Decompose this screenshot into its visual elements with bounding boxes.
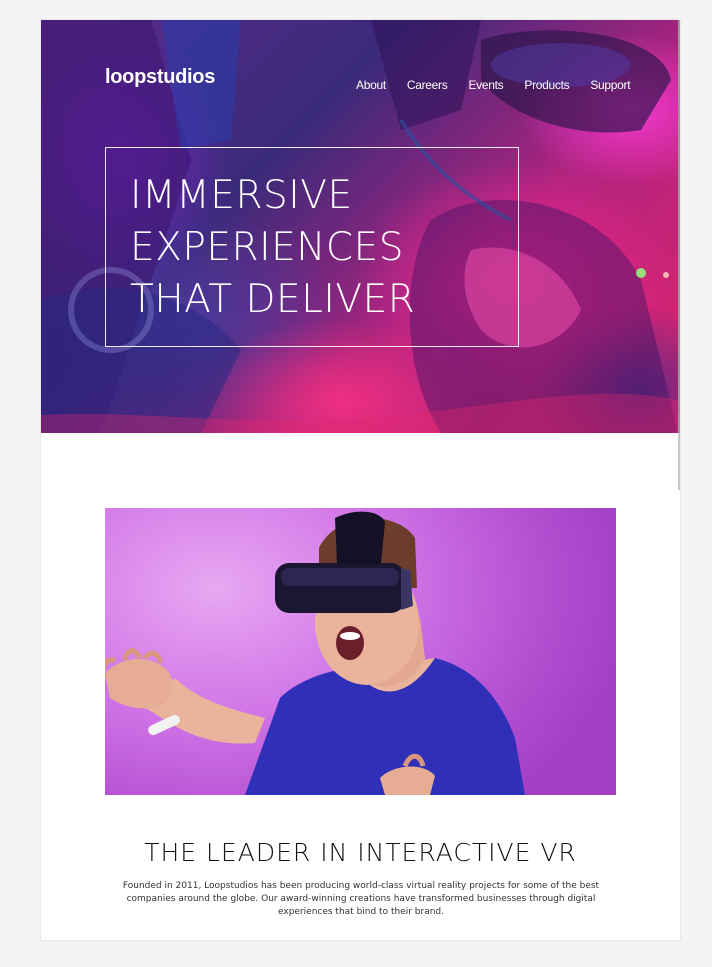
nav-link-support[interactable]: Support — [590, 78, 630, 92]
nav-link-careers[interactable]: Careers — [407, 78, 448, 92]
nav-link-events[interactable]: Events — [468, 78, 503, 92]
hero-section: loopstudios About Careers Events Product… — [41, 20, 678, 433]
nav-link-about[interactable]: About — [356, 78, 386, 92]
scrollbar-thumb[interactable] — [678, 20, 680, 433]
section-description: Founded in 2011, Loopstudios has been pr… — [122, 881, 600, 917]
nav-link-products[interactable]: Products — [524, 78, 569, 92]
site-logo[interactable]: loopstudios — [105, 66, 215, 89]
main-navigation: About Careers Events Products Support — [356, 78, 631, 92]
section-title: THE LEADER IN INTERACTIVE VR — [144, 838, 577, 867]
man-with-vr-headset-illustration — [105, 511, 525, 795]
page-frame: loopstudios About Careers Events Product… — [41, 20, 680, 940]
vr-headset-image — [105, 508, 616, 795]
hero-title: IMMERSIVE EXPERIENCES THAT DELIVER — [130, 173, 416, 322]
hero-title-box: IMMERSIVE EXPERIENCES THAT DELIVER — [105, 147, 519, 347]
